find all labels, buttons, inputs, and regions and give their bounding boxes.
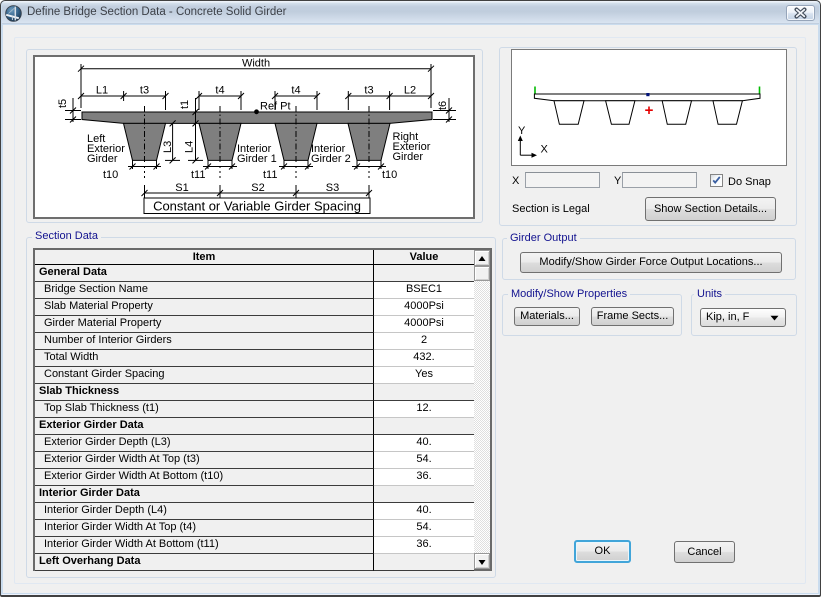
- svg-text:Girder 1: Girder 1: [237, 153, 277, 165]
- svg-text:Girder: Girder: [87, 153, 118, 165]
- svg-text:t10: t10: [382, 169, 397, 181]
- svg-text:L4: L4: [184, 141, 196, 153]
- svg-text:L1: L1: [96, 85, 108, 97]
- svg-text:t11: t11: [263, 169, 277, 181]
- svg-text:t4: t4: [215, 85, 224, 97]
- svg-text:S3: S3: [326, 182, 339, 194]
- svg-text:X: X: [541, 144, 549, 156]
- svg-text:S1: S1: [175, 182, 188, 194]
- svg-text:Width: Width: [242, 58, 270, 70]
- svg-text:t11: t11: [191, 169, 205, 181]
- svg-text:t1: t1: [179, 100, 191, 109]
- svg-text:L3: L3: [162, 141, 174, 153]
- svg-text:t3: t3: [140, 85, 149, 97]
- svg-text:S2: S2: [251, 182, 264, 194]
- svg-text:t10: t10: [103, 169, 118, 181]
- svg-text:L2: L2: [404, 85, 416, 97]
- svg-text:t6: t6: [437, 101, 449, 110]
- svg-text:t3: t3: [364, 85, 373, 97]
- svg-text:t5: t5: [57, 99, 69, 108]
- svg-text:Girder: Girder: [393, 151, 424, 163]
- svg-text:t4: t4: [291, 85, 300, 97]
- svg-text:Constant or Variable Girder Sp: Constant or Variable Girder Spacing: [153, 199, 361, 214]
- svg-text:Ref Pt: Ref Pt: [260, 101, 291, 113]
- svg-text:Y: Y: [518, 125, 526, 137]
- svg-text:Girder 2: Girder 2: [311, 153, 351, 165]
